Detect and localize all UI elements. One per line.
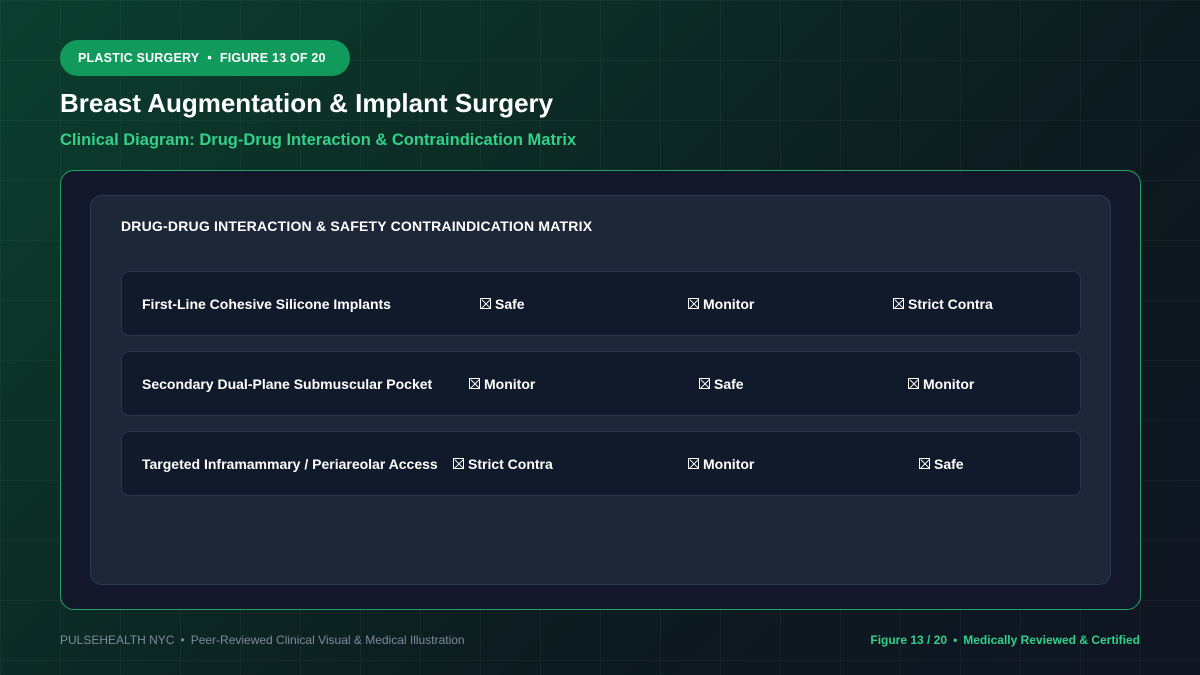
boxed-x-icon (453, 458, 464, 469)
cell-value: Monitor (923, 375, 975, 392)
matrix-cell: Safe (919, 432, 964, 495)
cell-value: Monitor (703, 455, 755, 472)
row-label: Secondary Dual-Plane Submuscular Pocket (142, 375, 433, 392)
matrix-cell: Safe (699, 352, 744, 415)
boxed-x-icon (893, 298, 904, 309)
matrix-card: DRUG-DRUG INTERACTION & SAFETY CONTRAIND… (90, 195, 1111, 585)
footer-figure: Figure 13 / 20 (870, 633, 948, 647)
cell-value: Safe (934, 455, 964, 472)
page-title: Breast Augmentation & Implant Surgery (60, 88, 554, 118)
footer-separator: • (180, 633, 185, 647)
footer-tagline: Peer-Reviewed Clinical Visual & Medical … (190, 633, 465, 647)
footer-certification: Medically Reviewed & Certified (963, 633, 1140, 647)
matrix-cell: Monitor (688, 272, 754, 335)
boxed-x-icon (699, 378, 710, 389)
matrix-cell: Strict Contra (453, 432, 553, 495)
matrix-row: Targeted Inframammary / Periareolar Acce… (121, 431, 1081, 496)
matrix-row: Secondary Dual-Plane Submuscular Pocket … (121, 351, 1081, 416)
boxed-x-icon (908, 378, 919, 389)
badge-figure: FIGURE 13 OF 20 (219, 51, 326, 65)
badge-category: PLASTIC SURGERY (78, 51, 200, 65)
footer-brand: PULSEHEALTH NYC (60, 633, 175, 647)
diagram-panel: DRUG-DRUG INTERACTION & SAFETY CONTRAIND… (60, 170, 1141, 610)
matrix-title: DRUG-DRUG INTERACTION & SAFETY CONTRAIND… (121, 218, 593, 234)
footer-credits: PULSEHEALTH NYC • Peer-Reviewed Clinical V… (60, 633, 465, 647)
figure-badge: PLASTIC SURGERY • FIGURE 13 OF 20 (60, 40, 350, 76)
cell-value: Monitor (484, 375, 536, 392)
row-label: Targeted Inframammary / Periareolar Acce… (142, 455, 438, 472)
row-label: First-Line Cohesive Silicone Implants (142, 295, 391, 312)
page-subtitle: Clinical Diagram: Drug-Drug Interaction … (60, 131, 577, 149)
boxed-x-icon (919, 458, 930, 469)
matrix-cell: Safe (480, 272, 525, 335)
cell-value: Strict Contra (468, 455, 553, 472)
matrix-cell: Monitor (469, 352, 535, 415)
footer-separator-right: • (953, 633, 958, 647)
boxed-x-icon (469, 378, 480, 389)
cell-value: Safe (495, 295, 525, 312)
badge-separator: • (207, 51, 212, 65)
matrix-cell: Monitor (688, 432, 754, 495)
cell-value: Safe (714, 375, 744, 392)
matrix-cell: Strict Contra (893, 272, 993, 335)
cell-value: Strict Contra (908, 295, 993, 312)
footer-figure-info: Figure 13 / 20 • Medically Reviewed & Cert… (870, 633, 1140, 647)
cell-value: Monitor (703, 295, 755, 312)
boxed-x-icon (480, 298, 491, 309)
boxed-x-icon (688, 458, 699, 469)
matrix-row: First-Line Cohesive Silicone Implants Sa… (121, 271, 1081, 336)
matrix-cell: Monitor (908, 352, 974, 415)
boxed-x-icon (688, 298, 699, 309)
